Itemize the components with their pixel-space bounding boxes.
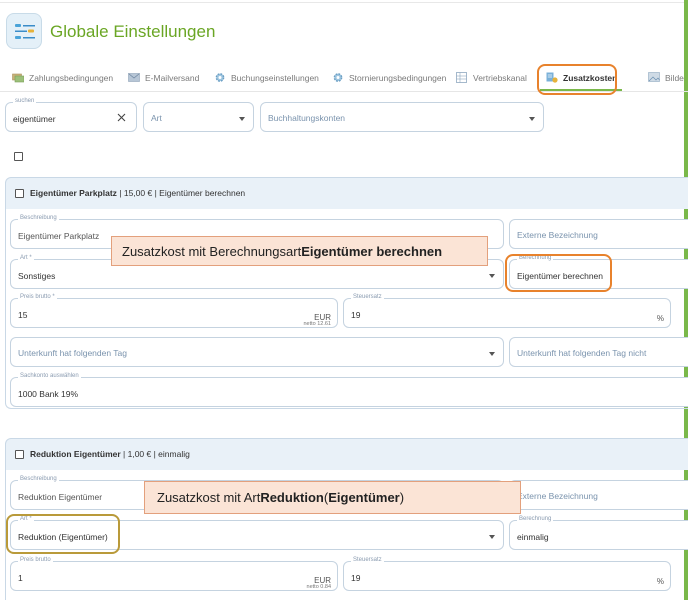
field-label: Berechnung (517, 516, 553, 522)
search-label: suchen (13, 98, 36, 104)
percent-unit: % (657, 314, 664, 323)
steuersatz-field[interactable]: Steuersatz 19 % (343, 298, 671, 328)
field-label: Steuersatz (351, 557, 384, 563)
highlight-ring-berechnung (505, 254, 612, 292)
field-value: einmalig (517, 532, 549, 542)
art-filter-placeholder: Art (151, 113, 162, 123)
percent-unit: % (657, 577, 664, 586)
tab-label: Bilde (665, 73, 684, 83)
berechnung-select[interactable]: Berechnung einmalig (509, 520, 688, 550)
cost-item-header[interactable]: Reduktion Eigentümer | 1,00 € | einmalig (5, 438, 688, 470)
callout-text: Zusatzkost mit Berechnungsart (122, 244, 301, 259)
tab-e-mailversand[interactable]: E-Mailversand (128, 72, 199, 83)
field-label: Sachkonto auswählen (18, 373, 81, 379)
sachkonto-select[interactable]: Sachkonto auswählen 1000 Bank 19% (10, 377, 688, 407)
grid-icon (456, 72, 468, 83)
tab-vertriebskanal[interactable]: Vertriebskanal (456, 72, 527, 83)
item-checkbox[interactable] (15, 450, 24, 459)
tab-label: Zahlungsbedingungen (29, 73, 113, 83)
field-label: Art * (18, 255, 34, 261)
field-placeholder: Externe Bezeichnung (517, 230, 598, 240)
field-value: 19 (351, 310, 360, 320)
annotation-callout-1: Zusatzkost mit Berechnungsart Eigentümer… (111, 236, 488, 266)
tab-stornierungsbedingungen[interactable]: Stornierungsbedingungen (332, 72, 446, 83)
tag-select[interactable]: Unterkunft hat folgenden Tag (10, 337, 504, 367)
select-all-checkbox[interactable] (14, 152, 23, 161)
payment-icon (12, 72, 24, 83)
settings-sliders-icon (6, 13, 42, 49)
tab-label: Stornierungsbedingungen (349, 73, 446, 83)
tab-label: E-Mailversand (145, 73, 199, 83)
field-label: Preis brutto * (18, 294, 57, 300)
field-value: 1 (18, 573, 23, 583)
field-value: Sonstiges (18, 271, 55, 281)
field-value: 1000 Bank 19% (18, 389, 78, 399)
tab-label: Vertriebskanal (473, 73, 527, 83)
accounts-filter-placeholder: Buchhaltungskonten (268, 113, 345, 123)
callout-bold: Eigentümer (328, 490, 400, 505)
tab-buchungseinstellungen[interactable]: Buchungseinstellungen (214, 72, 319, 83)
item-checkbox[interactable] (15, 189, 24, 198)
netto-hint: netto 0.84 (307, 584, 331, 590)
highlight-ring-tab (537, 64, 617, 95)
preis-brutto-field[interactable]: Preis brutto * 15 EUR netto 12.61 (10, 298, 338, 328)
tag-nicht-select[interactable]: Unterkunft hat folgenden Tag nicht (509, 337, 688, 367)
preis-brutto-field[interactable]: Preis brutto 1 EUR netto 0.84 (10, 561, 338, 591)
top-divider (0, 2, 688, 3)
callout-text: Zusatzkost mit Art (157, 490, 260, 505)
field-value: 19 (351, 573, 360, 583)
search-input[interactable]: suchen eigentümer (5, 102, 137, 132)
page-title: Globale Einstellungen (50, 22, 215, 42)
accounts-filter-select[interactable]: Buchhaltungskonten (260, 102, 544, 132)
callout-text: ) (400, 490, 404, 505)
cost-item-title: Reduktion Eigentümer | 1,00 € | einmalig (30, 449, 190, 459)
tab-bilder[interactable]: Bilde (648, 72, 684, 83)
steuersatz-field[interactable]: Steuersatz 19 % (343, 561, 671, 591)
chevron-down-icon (489, 535, 495, 539)
close-icon[interactable] (117, 113, 126, 122)
field-placeholder: Externe Bezeichnung (517, 491, 598, 501)
search-value: eigentümer (13, 114, 56, 124)
chevron-down-icon (489, 274, 495, 278)
cost-item-title: Eigentümer Parkplatz | 15,00 € | Eigentü… (30, 188, 245, 198)
field-value: Reduktion Eigentümer (18, 492, 102, 502)
externe-bezeichnung-field[interactable]: Externe Bezeichnung (509, 480, 688, 510)
netto-hint: netto 12.61 (303, 321, 331, 327)
art-filter-select[interactable]: Art (143, 102, 254, 132)
tab-zahlungsbedingungen[interactable]: Zahlungsbedingungen (12, 72, 113, 83)
field-label: Beschreibung (18, 215, 59, 221)
chevron-down-icon (239, 117, 245, 121)
field-label: Preis brutto (18, 557, 53, 563)
field-placeholder: Unterkunft hat folgenden Tag (18, 348, 127, 358)
field-label: Steuersatz (351, 294, 384, 300)
field-value: Eigentümer Parkplatz (18, 231, 99, 241)
gear-icon (214, 72, 226, 83)
gear-icon (332, 72, 344, 83)
highlight-ring-art (6, 514, 120, 554)
annotation-callout-2: Zusatzkost mit Art Reduktion ( Eigentüme… (144, 481, 521, 514)
tab-label: Buchungseinstellungen (231, 73, 319, 83)
chevron-down-icon (529, 117, 535, 121)
field-value: 15 (18, 310, 27, 320)
callout-bold: Reduktion (260, 490, 324, 505)
field-placeholder: Unterkunft hat folgenden Tag nicht (517, 348, 646, 358)
field-label: Beschreibung (18, 476, 59, 482)
image-icon (648, 72, 660, 83)
callout-bold: Eigentümer berechnen (301, 244, 442, 259)
chevron-down-icon (489, 352, 495, 356)
mail-icon (128, 72, 140, 83)
cost-item-header[interactable]: Eigentümer Parkplatz | 15,00 € | Eigentü… (5, 177, 688, 209)
externe-bezeichnung-field[interactable]: Externe Bezeichnung (509, 219, 688, 249)
